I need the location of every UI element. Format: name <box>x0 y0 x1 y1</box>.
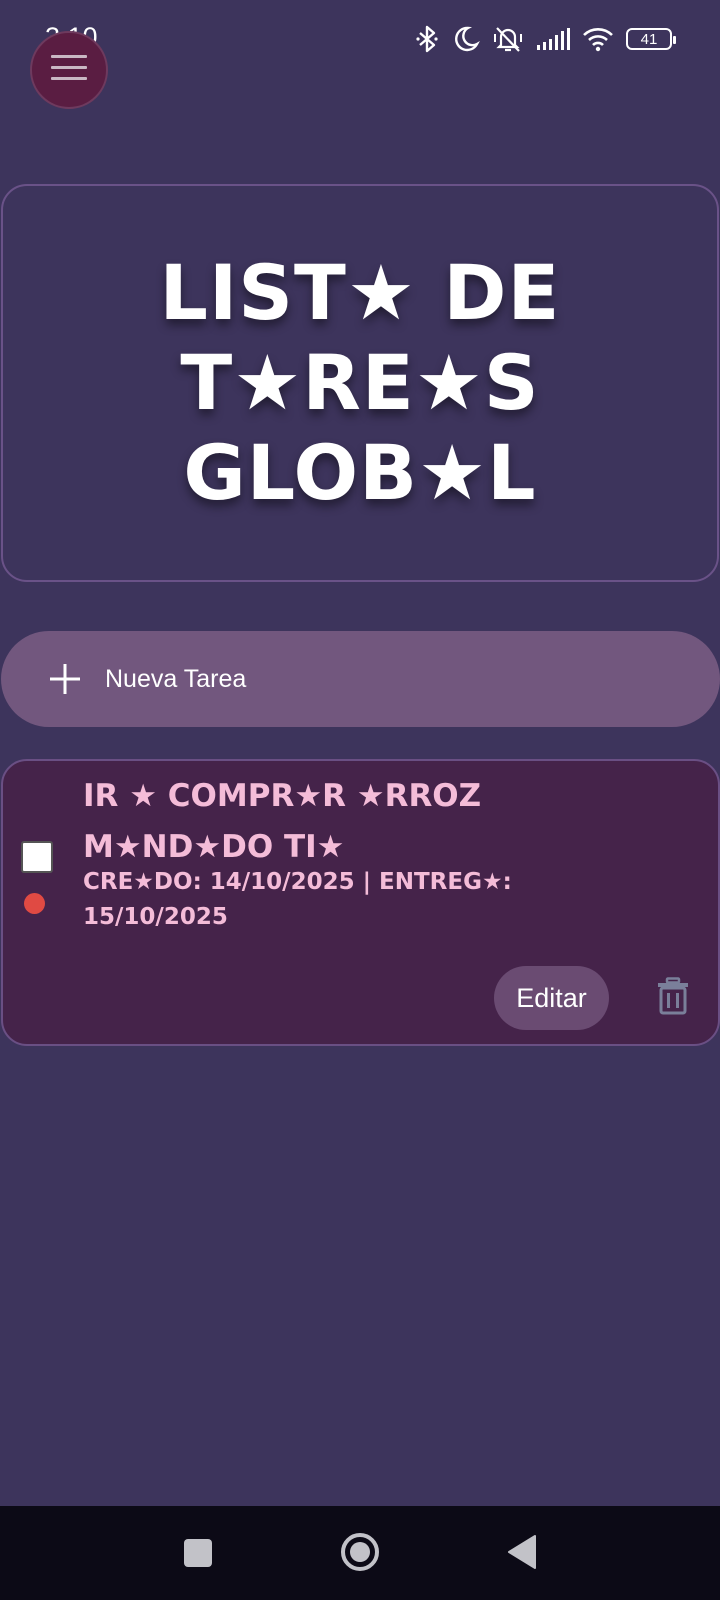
trash-icon <box>656 977 690 1019</box>
navigation-bar <box>0 1506 720 1600</box>
task-checkbox[interactable] <box>21 841 53 873</box>
menu-button[interactable] <box>30 31 108 109</box>
new-task-label: Nueva Tarea <box>105 664 247 693</box>
home-icon <box>340 1533 380 1576</box>
task-dates: CRE★DO: 14/10/2025 | ENTREG★: 15/10/2025 <box>83 869 512 930</box>
vibrate-icon <box>492 25 524 53</box>
bluetooth-icon <box>414 25 440 53</box>
header-card: LIST★ DE T★RE★S GLOB★L <box>1 184 719 582</box>
home-button[interactable] <box>340 1532 380 1576</box>
delete-button[interactable] <box>649 973 697 1023</box>
wifi-icon <box>582 26 614 52</box>
do-not-disturb-icon <box>452 25 480 53</box>
priority-indicator <box>24 893 45 914</box>
page-title: LIST★ DE T★RE★S GLOB★L <box>159 248 561 517</box>
new-task-button[interactable]: Nueva Tarea <box>1 631 720 727</box>
back-icon <box>507 1535 537 1574</box>
status-bar: 3:10 41 <box>0 0 720 80</box>
plus-icon <box>47 661 83 697</box>
signal-icon <box>536 27 570 51</box>
battery-icon: 41 <box>626 28 676 50</box>
status-icons: 41 <box>414 24 676 54</box>
recents-icon <box>183 1539 213 1572</box>
task-title: IR ★ COMPR★R ★RROZ M★ND★DO TI★ <box>83 778 482 865</box>
hamburger-menu-icon <box>50 53 88 87</box>
recents-button[interactable] <box>183 1538 213 1572</box>
task-card: IR ★ COMPR★R ★RROZ M★ND★DO TI★ CRE★DO: 1… <box>1 759 720 1046</box>
edit-button[interactable]: Editar <box>494 966 609 1030</box>
back-button[interactable] <box>507 1534 537 1574</box>
